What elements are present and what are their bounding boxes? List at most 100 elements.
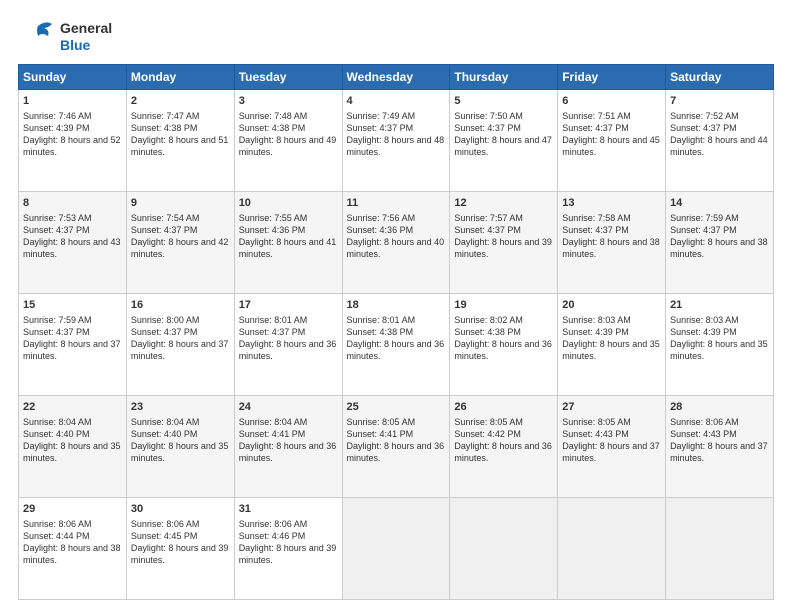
day-number: 4 — [347, 94, 446, 109]
daylight-text: Daylight: 8 hours and 39 minutes. — [239, 542, 338, 566]
calendar-cell: 8Sunrise: 7:53 AMSunset: 4:37 PMDaylight… — [19, 192, 127, 294]
daylight-text: Daylight: 8 hours and 38 minutes. — [670, 236, 769, 260]
day-header-thursday: Thursday — [450, 65, 558, 90]
logo-container: General Blue — [18, 18, 112, 56]
sunset-text: Sunset: 4:43 PM — [562, 428, 661, 440]
calendar-cell: 27Sunrise: 8:05 AMSunset: 4:43 PMDayligh… — [558, 396, 666, 498]
sunset-text: Sunset: 4:45 PM — [131, 530, 230, 542]
sunset-text: Sunset: 4:39 PM — [670, 326, 769, 338]
calendar-cell: 6Sunrise: 7:51 AMSunset: 4:37 PMDaylight… — [558, 90, 666, 192]
day-number: 2 — [131, 94, 230, 109]
daylight-text: Daylight: 8 hours and 42 minutes. — [131, 236, 230, 260]
day-number: 29 — [23, 502, 122, 517]
day-number: 9 — [131, 196, 230, 211]
sunset-text: Sunset: 4:38 PM — [239, 122, 338, 134]
logo-line2: Blue — [60, 37, 112, 54]
day-number: 20 — [562, 298, 661, 313]
sunset-text: Sunset: 4:37 PM — [23, 224, 122, 236]
sunrise-text: Sunrise: 7:59 AM — [670, 212, 769, 224]
sunset-text: Sunset: 4:46 PM — [239, 530, 338, 542]
calendar-cell: 1Sunrise: 7:46 AMSunset: 4:39 PMDaylight… — [19, 90, 127, 192]
sunrise-text: Sunrise: 7:52 AM — [670, 110, 769, 122]
sunrise-text: Sunrise: 8:04 AM — [239, 416, 338, 428]
sunset-text: Sunset: 4:42 PM — [454, 428, 553, 440]
sunrise-text: Sunrise: 7:53 AM — [23, 212, 122, 224]
day-header-tuesday: Tuesday — [234, 65, 342, 90]
day-number: 13 — [562, 196, 661, 211]
daylight-text: Daylight: 8 hours and 51 minutes. — [131, 134, 230, 158]
sunset-text: Sunset: 4:41 PM — [347, 428, 446, 440]
daylight-text: Daylight: 8 hours and 38 minutes. — [23, 542, 122, 566]
day-number: 12 — [454, 196, 553, 211]
sunrise-text: Sunrise: 8:03 AM — [670, 314, 769, 326]
day-number: 10 — [239, 196, 338, 211]
sunrise-text: Sunrise: 8:05 AM — [347, 416, 446, 428]
sunset-text: Sunset: 4:36 PM — [347, 224, 446, 236]
sunrise-text: Sunrise: 8:00 AM — [131, 314, 230, 326]
calendar-cell: 3Sunrise: 7:48 AMSunset: 4:38 PMDaylight… — [234, 90, 342, 192]
sunrise-text: Sunrise: 8:06 AM — [23, 518, 122, 530]
sunrise-text: Sunrise: 8:05 AM — [454, 416, 553, 428]
sunrise-text: Sunrise: 7:58 AM — [562, 212, 661, 224]
sunset-text: Sunset: 4:41 PM — [239, 428, 338, 440]
calendar-cell: 30Sunrise: 8:06 AMSunset: 4:45 PMDayligh… — [126, 498, 234, 600]
sunset-text: Sunset: 4:40 PM — [23, 428, 122, 440]
daylight-text: Daylight: 8 hours and 39 minutes. — [131, 542, 230, 566]
sunrise-text: Sunrise: 7:55 AM — [239, 212, 338, 224]
daylight-text: Daylight: 8 hours and 49 minutes. — [239, 134, 338, 158]
sunrise-text: Sunrise: 7:57 AM — [454, 212, 553, 224]
calendar-cell: 12Sunrise: 7:57 AMSunset: 4:37 PMDayligh… — [450, 192, 558, 294]
day-number: 21 — [670, 298, 769, 313]
sunrise-text: Sunrise: 7:54 AM — [131, 212, 230, 224]
sunset-text: Sunset: 4:39 PM — [562, 326, 661, 338]
sunrise-text: Sunrise: 8:02 AM — [454, 314, 553, 326]
day-header-wednesday: Wednesday — [342, 65, 450, 90]
calendar-cell: 23Sunrise: 8:04 AMSunset: 4:40 PMDayligh… — [126, 396, 234, 498]
sunset-text: Sunset: 4:37 PM — [454, 122, 553, 134]
daylight-text: Daylight: 8 hours and 39 minutes. — [454, 236, 553, 260]
daylight-text: Daylight: 8 hours and 36 minutes. — [239, 338, 338, 362]
daylight-text: Daylight: 8 hours and 41 minutes. — [239, 236, 338, 260]
sunrise-text: Sunrise: 7:56 AM — [347, 212, 446, 224]
daylight-text: Daylight: 8 hours and 36 minutes. — [239, 440, 338, 464]
sunset-text: Sunset: 4:38 PM — [454, 326, 553, 338]
day-number: 8 — [23, 196, 122, 211]
day-number: 22 — [23, 400, 122, 415]
day-number: 5 — [454, 94, 553, 109]
day-number: 30 — [131, 502, 230, 517]
day-number: 28 — [670, 400, 769, 415]
day-header-sunday: Sunday — [19, 65, 127, 90]
logo-text: General Blue — [60, 20, 112, 54]
calendar-cell: 22Sunrise: 8:04 AMSunset: 4:40 PMDayligh… — [19, 396, 127, 498]
sunrise-text: Sunrise: 8:06 AM — [131, 518, 230, 530]
page: General Blue SundayMondayTuesdayWednesda… — [0, 0, 792, 612]
sunset-text: Sunset: 4:37 PM — [131, 326, 230, 338]
day-number: 14 — [670, 196, 769, 211]
calendar-cell: 21Sunrise: 8:03 AMSunset: 4:39 PMDayligh… — [666, 294, 774, 396]
sunset-text: Sunset: 4:37 PM — [562, 224, 661, 236]
sunset-text: Sunset: 4:37 PM — [670, 122, 769, 134]
daylight-text: Daylight: 8 hours and 35 minutes. — [670, 338, 769, 362]
calendar-cell: 29Sunrise: 8:06 AMSunset: 4:44 PMDayligh… — [19, 498, 127, 600]
calendar: SundayMondayTuesdayWednesdayThursdayFrid… — [18, 64, 774, 600]
daylight-text: Daylight: 8 hours and 35 minutes. — [23, 440, 122, 464]
day-number: 25 — [347, 400, 446, 415]
daylight-text: Daylight: 8 hours and 52 minutes. — [23, 134, 122, 158]
day-number: 31 — [239, 502, 338, 517]
daylight-text: Daylight: 8 hours and 37 minutes. — [131, 338, 230, 362]
calendar-cell: 28Sunrise: 8:06 AMSunset: 4:43 PMDayligh… — [666, 396, 774, 498]
calendar-cell: 5Sunrise: 7:50 AMSunset: 4:37 PMDaylight… — [450, 90, 558, 192]
sunrise-text: Sunrise: 7:49 AM — [347, 110, 446, 122]
sunset-text: Sunset: 4:37 PM — [239, 326, 338, 338]
day-number: 24 — [239, 400, 338, 415]
sunrise-text: Sunrise: 8:06 AM — [239, 518, 338, 530]
calendar-cell: 13Sunrise: 7:58 AMSunset: 4:37 PMDayligh… — [558, 192, 666, 294]
sunset-text: Sunset: 4:37 PM — [670, 224, 769, 236]
sunset-text: Sunset: 4:36 PM — [239, 224, 338, 236]
day-number: 23 — [131, 400, 230, 415]
day-number: 16 — [131, 298, 230, 313]
daylight-text: Daylight: 8 hours and 37 minutes. — [670, 440, 769, 464]
calendar-cell: 19Sunrise: 8:02 AMSunset: 4:38 PMDayligh… — [450, 294, 558, 396]
day-number: 15 — [23, 298, 122, 313]
daylight-text: Daylight: 8 hours and 40 minutes. — [347, 236, 446, 260]
